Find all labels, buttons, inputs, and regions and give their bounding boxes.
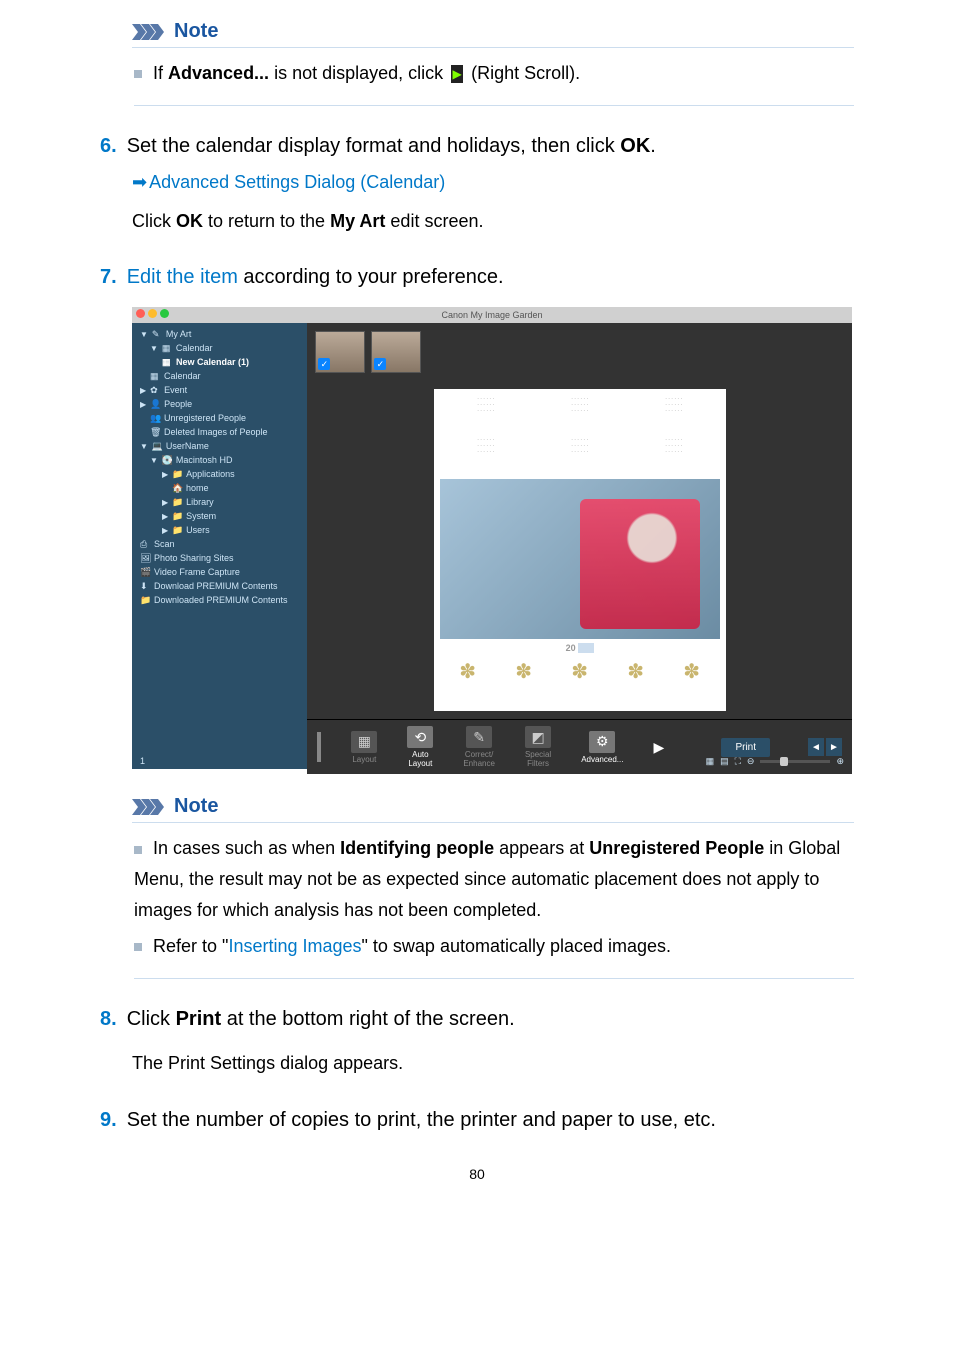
flower-icon: ✽ — [627, 659, 644, 684]
left-scroll[interactable] — [317, 732, 321, 762]
step-number: 7. — [100, 261, 117, 293]
sidebar-item-deleted[interactable]: 🗑Deleted Images of People — [132, 425, 307, 439]
step-number: 8. — [100, 1003, 117, 1035]
zoom-in-icon[interactable]: ⊕ — [836, 756, 844, 767]
advanced-button[interactable]: ⚙Advanced... — [581, 731, 623, 764]
print-button[interactable]: Print — [721, 738, 770, 757]
bullet-icon — [134, 943, 142, 951]
note-block-2: Note In cases such as when Identifying p… — [132, 795, 854, 978]
status-left: 1 — [140, 756, 145, 766]
view-list-icon[interactable]: ▤ — [720, 756, 729, 767]
step-title: Set the calendar display format and holi… — [127, 130, 656, 162]
thumbnail-1[interactable] — [315, 331, 365, 373]
flower-icon: ✽ — [683, 659, 700, 684]
titlebar: Canon My Image Garden — [132, 307, 852, 323]
app-screenshot: Canon My Image Garden ▼✎My Art ▼▦Calenda… — [132, 307, 852, 769]
special-filters-button[interactable]: ◩Special Filters — [525, 726, 551, 768]
year-label: 20 — [440, 643, 720, 653]
sidebar: ▼✎My Art ▼▦Calendar ▦New Calendar (1) ▦C… — [132, 323, 307, 753]
note-item: If Advanced... is not displayed, click ▶… — [134, 58, 854, 89]
note-heading: Note — [174, 20, 218, 43]
sidebar-item-mac[interactable]: ▼💽Macintosh HD — [132, 453, 307, 467]
sidebar-item-library[interactable]: ▶📁Library — [132, 495, 307, 509]
right-scroll[interactable]: ▶ — [653, 739, 661, 756]
step-number: 6. — [100, 130, 117, 162]
sidebar-item-calendar2[interactable]: ▦Calendar — [132, 369, 307, 383]
note-item: Refer to "Inserting Images" to swap auto… — [134, 931, 854, 962]
zoom-out-icon[interactable]: ⊖ — [747, 756, 755, 767]
note-heading: Note — [174, 795, 218, 818]
step-6: 6. Set the calendar display format and h… — [100, 130, 854, 236]
sidebar-item-event[interactable]: ▶✿Event — [132, 383, 307, 397]
sidebar-item-calendar[interactable]: ▼▦Calendar — [132, 341, 307, 355]
sidebar-item-dled-premium[interactable]: 📁Downloaded PREMIUM Contents — [132, 593, 307, 607]
inserting-images-link[interactable]: Inserting Images — [228, 936, 361, 956]
step-8: 8. Click Print at the bottom right of th… — [100, 1003, 854, 1078]
sidebar-item-apps[interactable]: ▶📁Applications — [132, 467, 307, 481]
expand-icon[interactable]: ⛶ — [735, 756, 741, 767]
flower-icon: ✽ — [459, 659, 476, 684]
window-title: Canon My Image Garden — [441, 310, 542, 320]
note-block-1: Note If Advanced... is not displayed, cl… — [132, 20, 854, 106]
sidebar-item-system[interactable]: ▶📁System — [132, 509, 307, 523]
sidebar-item-users[interactable]: ▶📁Users — [132, 523, 307, 537]
sidebar-item-home[interactable]: 🏠home — [132, 481, 307, 495]
note-icon — [132, 799, 168, 815]
flower-icon: ✽ — [571, 659, 588, 684]
sidebar-item-unregistered[interactable]: 👥Unregistered People — [132, 411, 307, 425]
calendar-page[interactable]: · · · · · ·· · · · · ·· · · · · · · · · … — [434, 389, 726, 711]
close-dot[interactable] — [136, 309, 145, 318]
step-title: Click Print at the bottom right of the s… — [127, 1003, 515, 1035]
next-button[interactable]: ► — [826, 738, 842, 756]
thumbnail-2[interactable] — [371, 331, 421, 373]
step-substep: The Print Settings dialog appears. — [132, 1049, 854, 1078]
note-item: In cases such as when Identifying people… — [134, 833, 854, 925]
step-number: 9. — [100, 1104, 117, 1136]
step-9: 9. Set the number of copies to print, th… — [100, 1104, 854, 1136]
page-number: 80 — [100, 1166, 854, 1182]
sidebar-item-username[interactable]: ▼💻UserName — [132, 439, 307, 453]
right-scroll-icon: ▶ — [451, 65, 463, 83]
calendar-photo — [440, 479, 720, 639]
step-title: Edit the item according to your preferen… — [127, 261, 504, 293]
zoom-dot[interactable] — [160, 309, 169, 318]
auto-layout-button[interactable]: ⟲Auto Layout — [407, 726, 433, 768]
sidebar-item-video[interactable]: 🎬Video Frame Capture — [132, 565, 307, 579]
sidebar-item-new-calendar[interactable]: ▦New Calendar (1) — [132, 355, 307, 369]
step-7: 7. Edit the item according to your prefe… — [100, 261, 854, 769]
bullet-icon — [134, 846, 142, 854]
minimize-dot[interactable] — [148, 309, 157, 318]
flower-icon: ✽ — [515, 659, 532, 684]
sidebar-item-photo-sharing[interactable]: 🖼Photo Sharing Sites — [132, 551, 307, 565]
sidebar-item-dl-premium[interactable]: ⬇Download PREMIUM Contents — [132, 579, 307, 593]
correct-enhance-button[interactable]: ✎Correct/ Enhance — [463, 726, 495, 768]
note-icon — [132, 24, 168, 40]
step-title: Set the number of copies to print, the p… — [127, 1104, 716, 1136]
sidebar-item-people[interactable]: ▶👤People — [132, 397, 307, 411]
thumbnail-strip — [307, 323, 852, 381]
view-grid-icon[interactable]: ▦ — [706, 756, 715, 767]
arrow-icon: ➡ — [132, 172, 147, 192]
prev-button[interactable]: ◄ — [808, 738, 824, 756]
bullet-icon — [134, 70, 142, 78]
edit-item-link[interactable]: Edit the item — [127, 266, 238, 288]
zoom-slider[interactable] — [760, 760, 830, 763]
advanced-settings-link[interactable]: ➡Advanced Settings Dialog (Calendar) — [132, 172, 854, 193]
sidebar-item-scan[interactable]: ⎙Scan — [132, 537, 307, 551]
sidebar-item-my-art[interactable]: ▼✎My Art — [132, 327, 307, 341]
layout-button[interactable]: ▦Layout — [351, 731, 377, 764]
step-substep: Click OK to return to the My Art edit sc… — [132, 207, 854, 236]
